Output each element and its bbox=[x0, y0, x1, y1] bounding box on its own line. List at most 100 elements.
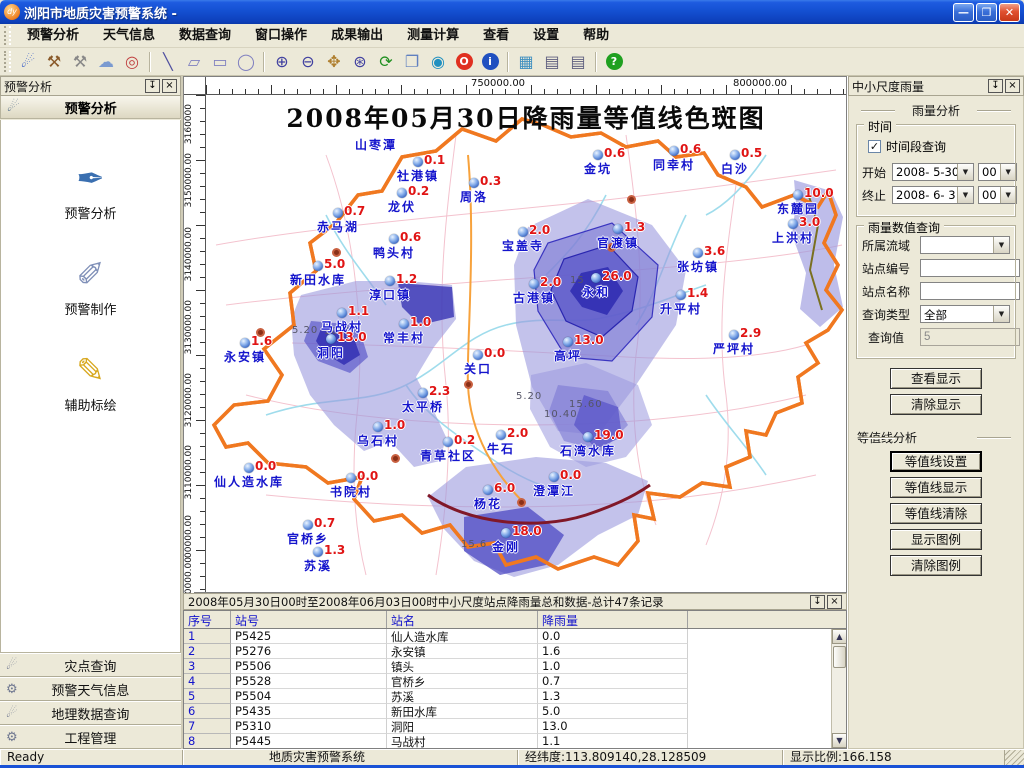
end-date-select[interactable]: 2008- 6- 3 ▼ bbox=[892, 186, 974, 204]
left-panel-close-icon[interactable]: × bbox=[162, 79, 177, 93]
time-range-checkbox[interactable]: ✓ bbox=[868, 140, 881, 153]
table-row[interactable]: 1P5425仙人造水库0.0 bbox=[184, 629, 831, 644]
left-panel-pin-icon[interactable]: ↧ bbox=[145, 79, 160, 93]
basin-select[interactable]: ▼ bbox=[920, 236, 1010, 254]
table-row[interactable]: 8P5445马战村1.1 bbox=[184, 734, 831, 748]
warning-analysis-icon[interactable]: ☄ bbox=[16, 50, 40, 74]
zoom-in-icon[interactable]: ⊕ bbox=[270, 50, 294, 74]
table-row[interactable]: 3P5506镇头1.0 bbox=[184, 659, 831, 674]
station-name-input[interactable] bbox=[920, 282, 1020, 300]
station-no-input[interactable] bbox=[920, 259, 1020, 277]
menu-item-3[interactable]: 数据查询 bbox=[167, 24, 243, 47]
refresh-icon[interactable]: ⟳ bbox=[374, 50, 398, 74]
zoom-out-icon[interactable]: ⊖ bbox=[296, 50, 320, 74]
scroll-thumb[interactable] bbox=[833, 646, 846, 668]
sidebar-item-1[interactable]: ✒预警分析 bbox=[31, 142, 151, 238]
maximize-button[interactable]: ❐ bbox=[976, 3, 997, 22]
ellipse-tool-icon-glyph: ◯ bbox=[237, 54, 255, 70]
menu-item-1[interactable]: 预警分析 bbox=[15, 24, 91, 47]
column-header-2[interactable]: 站号 bbox=[231, 611, 387, 628]
sidebar-item-label: 预警分析 bbox=[64, 203, 116, 222]
menu-item-4[interactable]: 窗口操作 bbox=[243, 24, 319, 47]
start-date-dropdown-icon[interactable]: ▼ bbox=[957, 164, 973, 180]
menu-item-7[interactable]: 查看 bbox=[471, 24, 521, 47]
info-icon[interactable]: i bbox=[478, 50, 502, 74]
query-type-dropdown-icon[interactable]: ▼ bbox=[993, 306, 1009, 322]
cloud-icon[interactable]: ☁ bbox=[94, 50, 118, 74]
show-legend-button[interactable]: 显示图例 bbox=[890, 529, 982, 550]
contour-clear-button[interactable]: 等值线清除 bbox=[890, 503, 982, 524]
sidebar-item-2[interactable]: ✐预警制作 bbox=[31, 238, 151, 334]
pan-icon[interactable]: ✥ bbox=[322, 50, 346, 74]
print-preview-icon[interactable]: ▤ bbox=[566, 50, 590, 74]
clear-display-button[interactable]: 清除显示 bbox=[890, 394, 982, 415]
table-row[interactable]: 2P5276永安镇1.6 bbox=[184, 644, 831, 659]
start-date-select[interactable]: 2008- 5-30 ▼ bbox=[892, 163, 974, 181]
menu-item-2[interactable]: 天气信息 bbox=[91, 24, 167, 47]
station-name-label: 站点名称 bbox=[862, 283, 920, 300]
menu-item-6[interactable]: 测量计算 bbox=[395, 24, 471, 47]
resize-grip[interactable] bbox=[1005, 750, 1024, 765]
left-panel-header[interactable]: ☄ 预警分析 bbox=[0, 96, 181, 119]
close-button[interactable]: ✕ bbox=[999, 3, 1020, 22]
end-hour-select[interactable]: 00 ▼ bbox=[978, 186, 1017, 204]
print-icon[interactable]: ▤ bbox=[540, 50, 564, 74]
start-hour-select[interactable]: 00 ▼ bbox=[978, 163, 1017, 181]
globe-icon[interactable]: ◉ bbox=[426, 50, 450, 74]
line-tool-icon[interactable]: ╲ bbox=[156, 50, 180, 74]
polygon-tool-icon[interactable]: ▱ bbox=[182, 50, 206, 74]
end-hour-dropdown-icon[interactable]: ▼ bbox=[1000, 187, 1016, 203]
start-hour-dropdown-icon[interactable]: ▼ bbox=[1000, 164, 1016, 180]
column-header-4[interactable]: 降雨量 bbox=[538, 611, 688, 628]
end-date-dropdown-icon[interactable]: ▼ bbox=[957, 187, 973, 203]
minimize-button[interactable]: — bbox=[953, 3, 974, 22]
station-rainfall-value: 1.2 bbox=[396, 272, 417, 286]
warning-make-icon[interactable]: ⚒ bbox=[42, 50, 66, 74]
menu-item-5[interactable]: 成果输出 bbox=[319, 24, 395, 47]
station-rainfall-value: 0.0 bbox=[255, 459, 276, 473]
table-scrollbar[interactable]: ▲ ▼ bbox=[831, 629, 846, 748]
menu-item-9[interactable]: 帮助 bbox=[571, 24, 621, 47]
contour-show-button[interactable]: 等值线显示 bbox=[890, 477, 982, 498]
nav-item-2[interactable]: ⚙预警天气信息 bbox=[0, 677, 181, 701]
right-panel-close-icon[interactable]: × bbox=[1005, 79, 1020, 93]
zoom-extent-icon[interactable]: ⊛ bbox=[348, 50, 372, 74]
menu-grip[interactable] bbox=[4, 26, 11, 44]
scroll-down-icon[interactable]: ▼ bbox=[832, 733, 847, 748]
station-rainfall-value: 13.0 bbox=[337, 330, 367, 344]
help-icon[interactable]: ? bbox=[602, 50, 626, 74]
toolbar-grip[interactable] bbox=[4, 51, 11, 73]
query-type-select[interactable]: 全部 ▼ bbox=[920, 305, 1010, 323]
scroll-up-icon[interactable]: ▲ bbox=[832, 629, 847, 644]
bottom-panel-pin-icon[interactable]: ↧ bbox=[810, 595, 825, 609]
sidebar-item-3[interactable]: ✎辅助标绘 bbox=[31, 334, 151, 430]
ellipse-tool-icon[interactable]: ◯ bbox=[234, 50, 258, 74]
locate-target-icon[interactable]: ◎ bbox=[120, 50, 144, 74]
bottom-panel-close-icon[interactable]: × bbox=[827, 595, 842, 609]
basin-dropdown-icon[interactable]: ▼ bbox=[993, 237, 1009, 253]
map-canvas[interactable]: 2008年05月30日降雨量等值线色斑图 5.2010.4155.2015.60… bbox=[206, 95, 846, 592]
column-header-3[interactable]: 站名 bbox=[387, 611, 538, 628]
rectangle-tool-icon[interactable]: ▭ bbox=[208, 50, 232, 74]
clear-legend-button[interactable]: 清除图例 bbox=[890, 555, 982, 576]
map-image-icon[interactable]: ▦ bbox=[514, 50, 538, 74]
aux-plot-icon[interactable]: ⚒ bbox=[68, 50, 92, 74]
stop-icon[interactable]: O bbox=[452, 50, 476, 74]
column-header-1[interactable]: 序号 bbox=[184, 611, 231, 628]
nav-item-1[interactable]: ☄灾点查询 bbox=[0, 653, 181, 677]
station-rainfall-value: 2.0 bbox=[507, 426, 528, 440]
station-dot-icon bbox=[729, 330, 739, 340]
copy-map-icon[interactable]: ❐ bbox=[400, 50, 424, 74]
table-row[interactable]: 6P5435新田水库5.0 bbox=[184, 704, 831, 719]
station-name-label: 青草社区 bbox=[420, 447, 476, 464]
contour-setting-button[interactable]: 等值线设置 bbox=[890, 451, 982, 472]
nav-item-3[interactable]: ☄地理数据查询 bbox=[0, 701, 181, 725]
table-row[interactable]: 4P5528官桥乡0.7 bbox=[184, 674, 831, 689]
view-display-button[interactable]: 查看显示 bbox=[890, 368, 982, 389]
table-row[interactable]: 7P5310洞阳13.0 bbox=[184, 719, 831, 734]
menu-item-8[interactable]: 设置 bbox=[521, 24, 571, 47]
right-panel-pin-icon[interactable]: ↧ bbox=[988, 79, 1003, 93]
nav-item-4[interactable]: ⚙工程管理 bbox=[0, 725, 181, 749]
locate-target-icon-glyph: ◎ bbox=[125, 54, 139, 70]
table-row[interactable]: 5P5504苏溪1.3 bbox=[184, 689, 831, 704]
